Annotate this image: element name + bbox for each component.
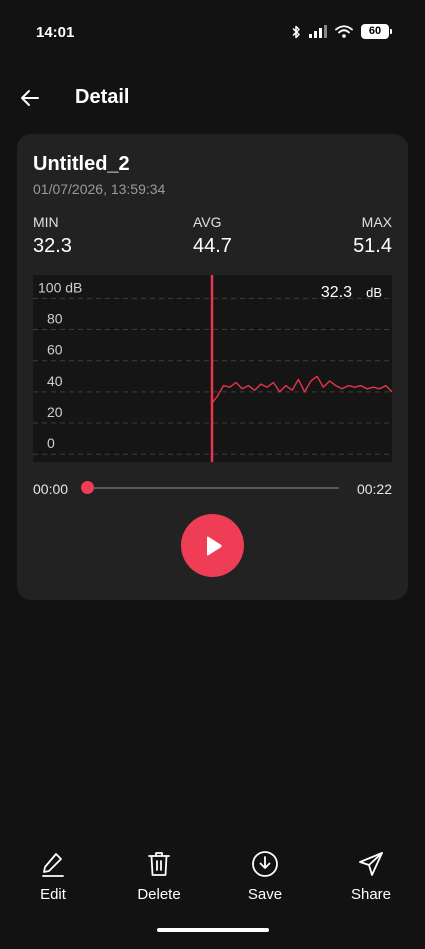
trash-icon (148, 852, 170, 876)
stat-max-label: MAX (361, 214, 392, 230)
back-button[interactable] (14, 82, 46, 114)
page-title: Detail (75, 86, 130, 108)
chart-current-unit: dB (366, 285, 382, 300)
bottom-actions: Edit Delete Save Share (0, 848, 425, 908)
playback-seek-thumb[interactable] (81, 481, 94, 494)
bluetooth-icon (292, 25, 300, 38)
y-tick-label: 60 (47, 342, 63, 358)
playback-elapsed: 00:00 (33, 481, 69, 497)
home-indicator (157, 928, 269, 932)
status-icons: 60 (291, 24, 392, 39)
battery-icon: 60 (361, 24, 392, 39)
y-tick-label: 80 (47, 311, 63, 327)
signal-icon (309, 25, 327, 38)
chart-series-line (210, 375, 392, 405)
edit-label: Edit (40, 886, 66, 903)
stat-avg: AVG 44.7 (193, 214, 232, 258)
recording-datetime: 01/07/2026, 13:59:34 (33, 181, 166, 197)
decibel-chart[interactable]: 100 dB 80 60 40 20 0 32.3 dB (33, 275, 392, 462)
y-tick-label: 100 dB (38, 279, 82, 295)
delete-label: Delete (137, 886, 181, 903)
send-icon (359, 852, 383, 876)
y-tick-label: 20 (47, 404, 63, 420)
wifi-icon (335, 25, 353, 38)
arrow-left-icon (21, 90, 39, 106)
share-button[interactable]: Share (331, 848, 411, 903)
save-label: Save (247, 886, 283, 903)
stat-max-value: 51.4 (353, 235, 392, 257)
save-button[interactable]: Save (225, 848, 305, 903)
playback-seek-bar[interactable] (87, 487, 339, 489)
app-bar: Detail (0, 76, 425, 120)
stat-max: MAX 51.4 (353, 214, 392, 258)
stat-avg-label: AVG (193, 214, 222, 230)
stat-min-value: 32.3 (33, 235, 72, 257)
playback-total: 00:22 (356, 481, 392, 497)
edit-button[interactable]: Edit (13, 848, 93, 903)
share-label: Share (350, 886, 392, 903)
battery-level: 60 (368, 25, 382, 37)
decibel-chart-svg: 100 dB 80 60 40 20 0 32.3 dB (33, 275, 392, 462)
detail-screen: 14:01 60 Detail Untitled_2 01/07/2026, 1… (0, 0, 425, 949)
status-bar: 14:01 60 (0, 0, 425, 66)
chart-current-value: 32.3 (321, 284, 352, 301)
download-icon (252, 851, 278, 877)
play-icon (206, 536, 222, 555)
y-tick-label: 40 (47, 373, 63, 389)
recording-title: Untitled_2 (33, 153, 130, 175)
stat-avg-value: 44.7 (193, 235, 232, 257)
stat-min-label: MIN (33, 214, 59, 230)
pencil-icon (42, 853, 64, 877)
status-time: 14:01 (36, 24, 75, 41)
stat-min: MIN 32.3 (33, 214, 72, 258)
y-tick-label: 0 (47, 435, 55, 451)
delete-button[interactable]: Delete (119, 848, 199, 903)
recording-card: Untitled_2 01/07/2026, 13:59:34 MIN 32.3… (17, 134, 408, 600)
play-button[interactable] (181, 514, 244, 577)
